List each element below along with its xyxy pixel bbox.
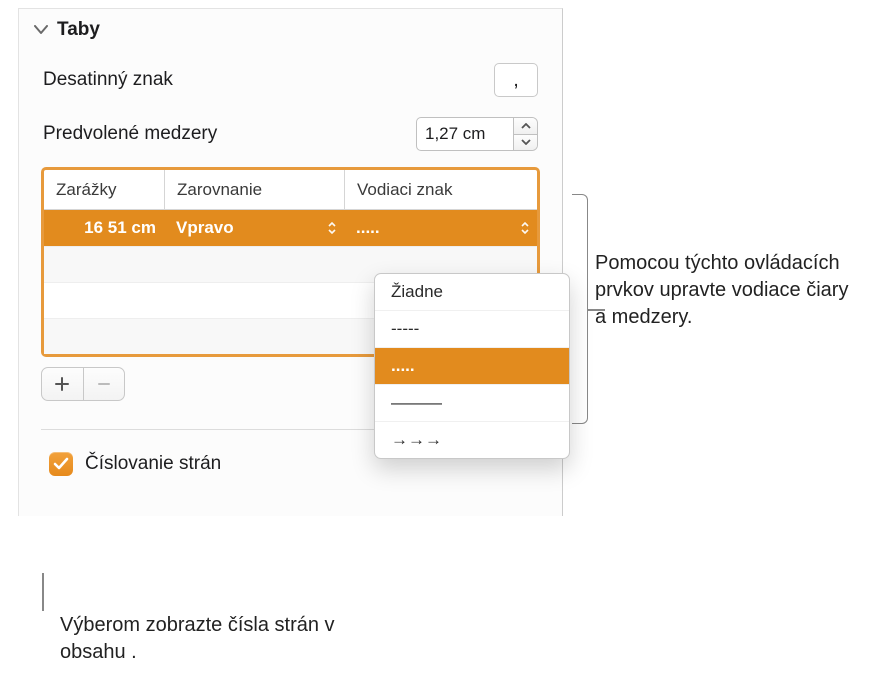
disclosure-down-icon[interactable] xyxy=(33,22,49,38)
leader-dropdown: Žiadne ----- ..... ——— →→→ xyxy=(374,273,570,459)
tabs-table-header: Zarážky Zarovnanie Vodiaci znak xyxy=(44,170,537,210)
leader-option-dashes[interactable]: ----- xyxy=(375,310,569,347)
callout-bottom: Výberom zobrazte čísla strán v obsahu . xyxy=(60,612,360,666)
decimal-input[interactable]: , xyxy=(494,63,538,97)
spacing-field: 1,27 cm xyxy=(416,117,538,151)
spacing-label: Predvolené medzery xyxy=(43,123,217,145)
callout-right: Pomocou týchto ovládacích prvkov upravte… xyxy=(595,250,855,331)
callout-bracket xyxy=(572,194,588,424)
cell-leader[interactable]: ..... xyxy=(344,210,537,246)
chevron-updown-icon xyxy=(519,219,531,237)
pagenumber-checkbox[interactable] xyxy=(49,452,73,476)
spacing-row: Predvolené medzery 1,27 cm xyxy=(19,107,562,161)
leader-option-arrows[interactable]: →→→ xyxy=(375,421,569,458)
tabs-panel: Taby Desatinný znak , Predvolené medzery… xyxy=(18,8,563,516)
leader-option-dots[interactable]: ..... xyxy=(375,347,569,384)
cell-align[interactable]: Vpravo xyxy=(164,210,344,246)
col-stops[interactable]: Zarážky xyxy=(44,170,164,209)
tabs-table: Zarážky Zarovnanie Vodiaci znak 16 51 cm… xyxy=(41,167,540,357)
spacing-stepper xyxy=(514,117,538,151)
callout-line xyxy=(42,573,44,611)
section-header[interactable]: Taby xyxy=(19,9,562,53)
remove-button[interactable] xyxy=(83,368,125,400)
chevron-updown-icon xyxy=(326,219,338,237)
pagenumber-label: Číslovanie strán xyxy=(85,453,221,475)
stepper-up-button[interactable] xyxy=(514,118,537,134)
stepper-down-button[interactable] xyxy=(514,134,537,151)
section-title: Taby xyxy=(57,19,100,41)
add-remove-buttons xyxy=(41,367,125,401)
leader-option-none[interactable]: Žiadne xyxy=(375,274,569,310)
spacing-value: 1,27 cm xyxy=(425,124,485,144)
col-align[interactable]: Zarovnanie xyxy=(164,170,344,209)
spacing-input[interactable]: 1,27 cm xyxy=(416,117,514,151)
decimal-label: Desatinný znak xyxy=(43,69,173,91)
add-button[interactable] xyxy=(42,368,83,400)
leader-option-line[interactable]: ——— xyxy=(375,384,569,421)
table-row[interactable]: 16 51 cm Vpravo ..... xyxy=(44,210,537,246)
decimal-row: Desatinný znak , xyxy=(19,53,562,107)
col-leader[interactable]: Vodiaci znak xyxy=(344,170,537,209)
decimal-value: , xyxy=(513,69,519,92)
cell-stop[interactable]: 16 51 cm xyxy=(44,210,164,246)
